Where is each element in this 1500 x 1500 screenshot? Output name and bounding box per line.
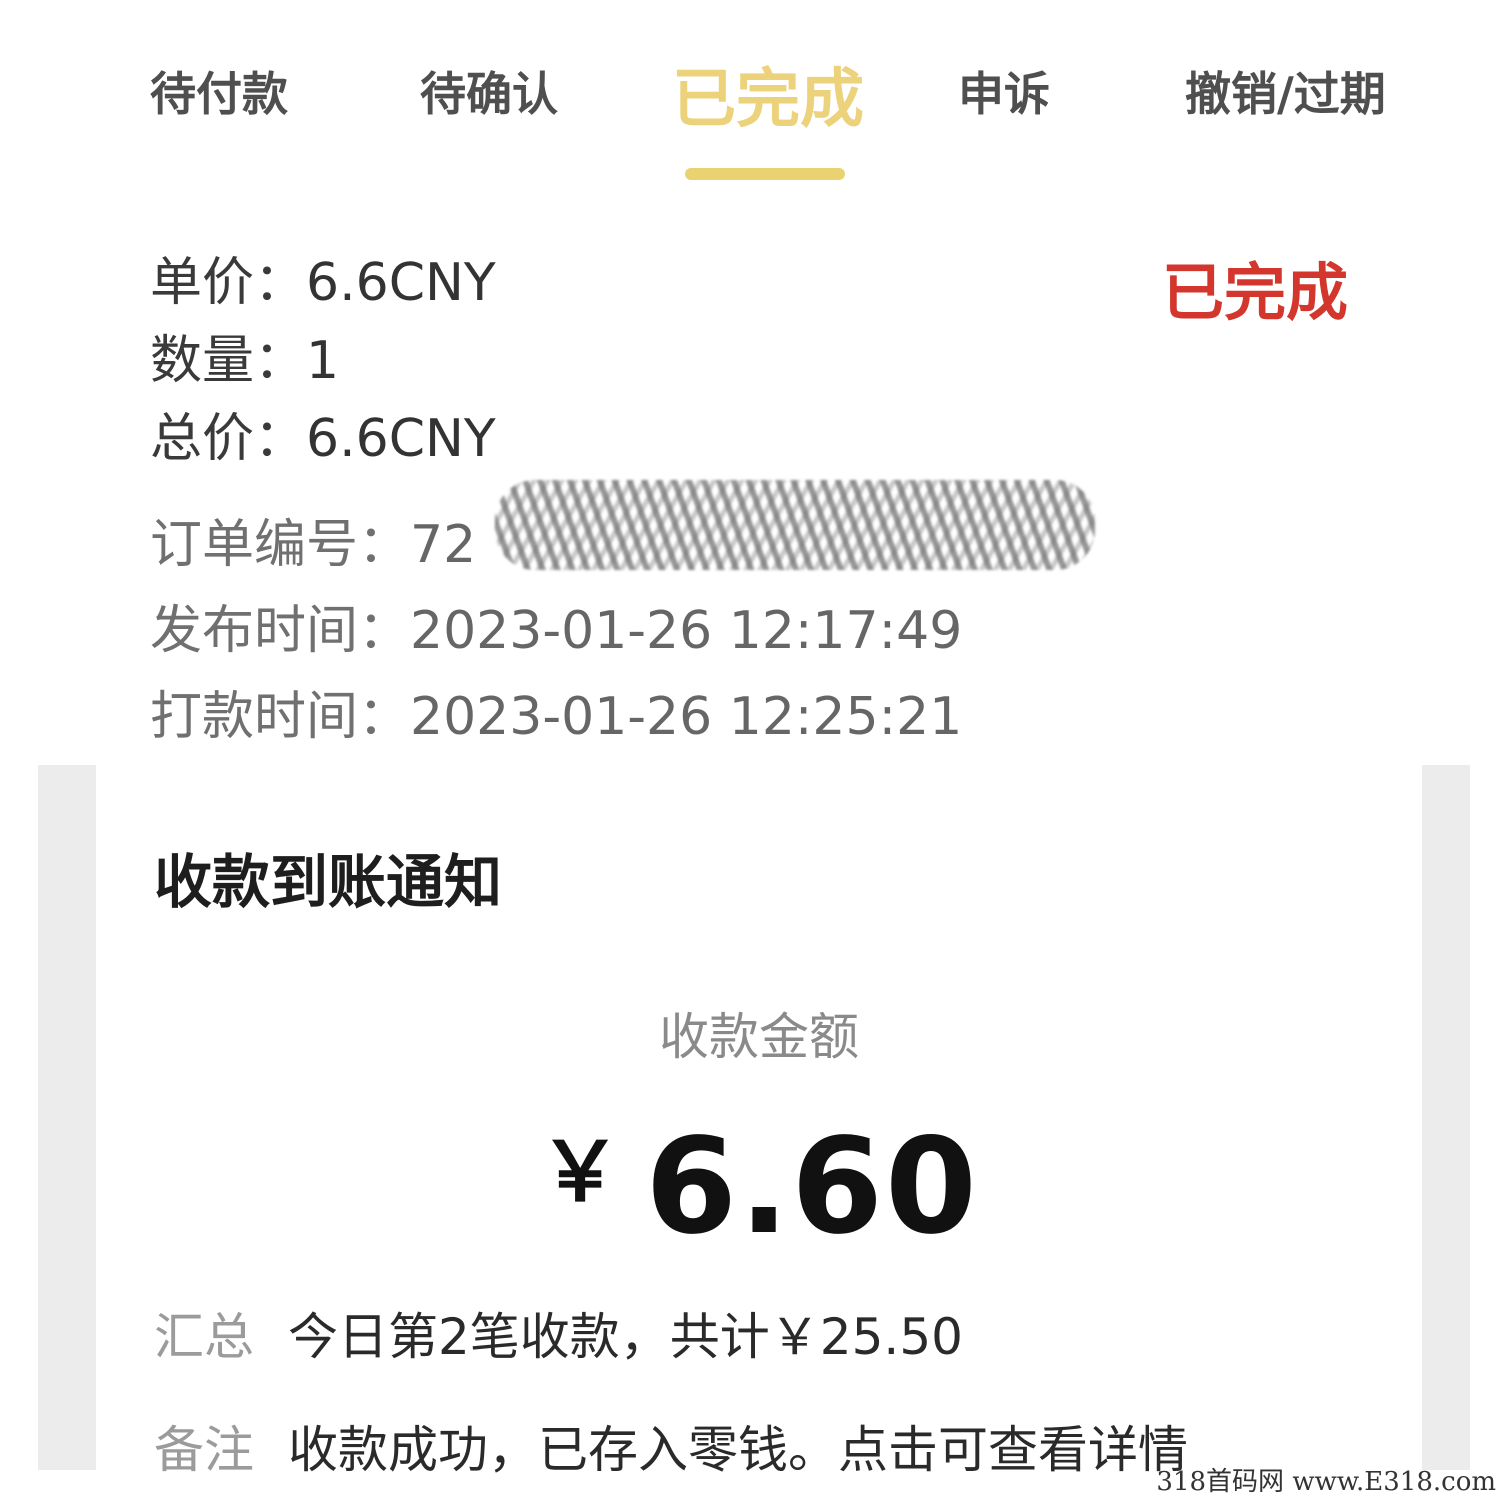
tab-appeal[interactable]: 申诉 bbox=[958, 58, 1050, 124]
order-status-tabs: 待付款 待确认 已完成 申诉 撤销/过期 bbox=[0, 0, 1500, 200]
order-number-value: 72 bbox=[410, 515, 477, 575]
total-row: 总价：6.6CNY bbox=[150, 396, 496, 471]
unit-price-value: 6.6CNY bbox=[306, 253, 496, 313]
remark-label: 备注 bbox=[154, 1421, 254, 1479]
active-tab-indicator bbox=[685, 168, 845, 180]
total-label: 总价： bbox=[150, 409, 307, 469]
tab-completed[interactable]: 已完成 bbox=[672, 48, 864, 140]
notification-title: 收款到账通知 bbox=[154, 848, 503, 916]
unit-price-row: 单价：6.6CNY bbox=[150, 240, 496, 315]
tab-pending-confirm[interactable]: 待确认 bbox=[420, 58, 558, 124]
quantity-label: 数量： bbox=[150, 331, 307, 391]
pay-time-value: 2023-01-26 12:25:21 bbox=[410, 687, 963, 747]
summary-value: 今日第2笔收款，共计￥25.50 bbox=[288, 1308, 963, 1366]
pay-time-row: 打款时间：2023-01-26 12:25:21 bbox=[150, 674, 962, 749]
amount-label: 收款金额 bbox=[659, 1008, 859, 1066]
remark-value[interactable]: 收款成功，已存入零钱。点击可查看详情 bbox=[288, 1421, 1188, 1479]
pay-time-label: 打款时间： bbox=[150, 687, 411, 747]
quantity-row: 数量：1 bbox=[150, 318, 339, 393]
order-number-row: 订单编号：72 bbox=[150, 502, 476, 577]
payment-notification-card[interactable]: 收款到账通知 收款金额 ￥ 6.60 汇总 今日第2笔收款，共计￥25.50 备注收… bbox=[96, 765, 1422, 1479]
currency-symbol: ￥ bbox=[539, 1125, 622, 1220]
payment-notification-backdrop: 收款到账通知 收款金额 ￥ 6.60 汇总 今日第2笔收款，共计￥25.50 备注收… bbox=[38, 765, 1470, 1479]
tab-cancelled-expired[interactable]: 撤销/过期 bbox=[1185, 58, 1386, 124]
tab-pending-payment[interactable]: 待付款 bbox=[150, 58, 288, 124]
publish-time-row: 发布时间：2023-01-26 12:17:49 bbox=[150, 588, 962, 663]
amount-display: ￥ 6.60 bbox=[96, 1105, 1422, 1264]
publish-time-label: 发布时间： bbox=[150, 601, 411, 661]
total-value: 6.6CNY bbox=[306, 409, 496, 469]
quantity-value: 1 bbox=[306, 331, 340, 391]
unit-price-label: 单价： bbox=[150, 253, 307, 313]
remark-row[interactable]: 备注 收款成功，已存入零钱。点击可查看详情 bbox=[154, 1410, 1188, 1482]
summary-label: 汇总 bbox=[154, 1308, 254, 1366]
site-watermark: 318首码网 www.E318.com bbox=[1156, 1467, 1496, 1497]
order-number-label: 订单编号： bbox=[150, 515, 411, 575]
publish-time-value: 2023-01-26 12:17:49 bbox=[410, 601, 963, 661]
redaction-scribble bbox=[495, 480, 1095, 570]
amount-value: 6.60 bbox=[645, 1110, 979, 1264]
summary-row: 汇总 今日第2笔收款，共计￥25.50 bbox=[154, 1297, 963, 1369]
order-status-badge: 已完成 bbox=[1162, 256, 1349, 329]
